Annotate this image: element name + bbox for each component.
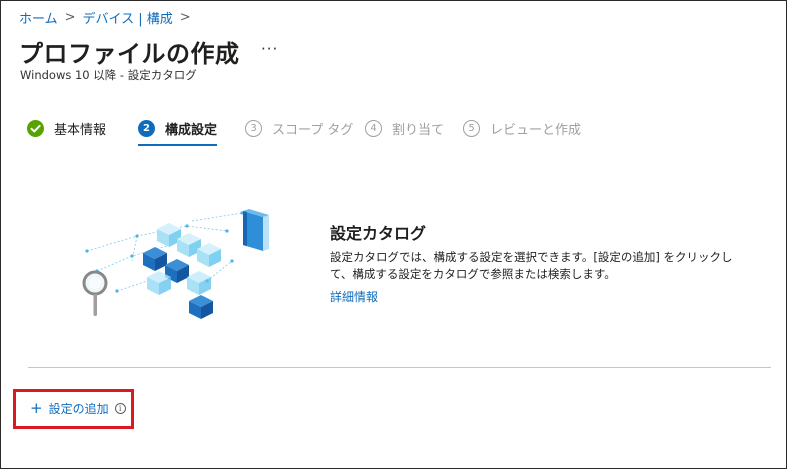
- step-label: 割り当て: [392, 123, 445, 138]
- divider: [28, 367, 771, 368]
- breadcrumb-separator: >: [179, 10, 191, 25]
- page-subtitle: Windows 10 以降 - 設定カタログ: [20, 68, 197, 82]
- add-settings-label: 設定の追加: [48, 402, 109, 416]
- breadcrumb-separator: >: [64, 10, 76, 25]
- checkmark-icon: [27, 120, 44, 137]
- breadcrumb-home[interactable]: ホーム: [19, 8, 58, 27]
- plus-icon: +: [30, 399, 43, 417]
- step-configuration-settings[interactable]: 2 構成設定: [138, 119, 218, 146]
- step-label: レビューと作成: [490, 123, 582, 138]
- breadcrumb-devices-config[interactable]: デバイス | 構成: [83, 8, 173, 27]
- settings-catalog-illustration: [82, 209, 269, 319]
- add-settings-button[interactable]: + 設定の追加 i: [30, 400, 126, 417]
- step-assignments[interactable]: 4 割り当て: [365, 119, 444, 138]
- step-label: 構成設定: [165, 123, 218, 138]
- step-number: 5: [463, 120, 480, 137]
- step-number: 2: [138, 120, 155, 137]
- page-frame: ホーム > デバイス | 構成 > プロファイルの作成 ··· Windows …: [0, 0, 787, 469]
- step-label: 基本情報: [54, 123, 107, 138]
- info-icon[interactable]: i: [114, 403, 126, 414]
- more-options-button[interactable]: ···: [261, 40, 278, 58]
- page-title: プロファイルの作成: [19, 40, 240, 68]
- catalog-description: 設定カタログでは、構成する設定を選択できます。[設定の追加] をクリックして、構…: [330, 250, 733, 281]
- step-review-create[interactable]: 5 レビューと作成: [463, 119, 581, 138]
- active-step-indicator: [138, 144, 218, 146]
- step-label: スコープ タグ: [272, 123, 354, 138]
- step-number: 4: [365, 120, 382, 137]
- breadcrumb: ホーム > デバイス | 構成 >: [19, 8, 198, 27]
- catalog-heading: 設定カタログ: [330, 224, 427, 243]
- learn-more-link[interactable]: 詳細情報: [330, 288, 378, 305]
- step-basics[interactable]: 基本情報: [27, 119, 106, 138]
- step-scope-tags[interactable]: 3 スコープ タグ: [245, 119, 353, 138]
- step-number: 3: [245, 120, 262, 137]
